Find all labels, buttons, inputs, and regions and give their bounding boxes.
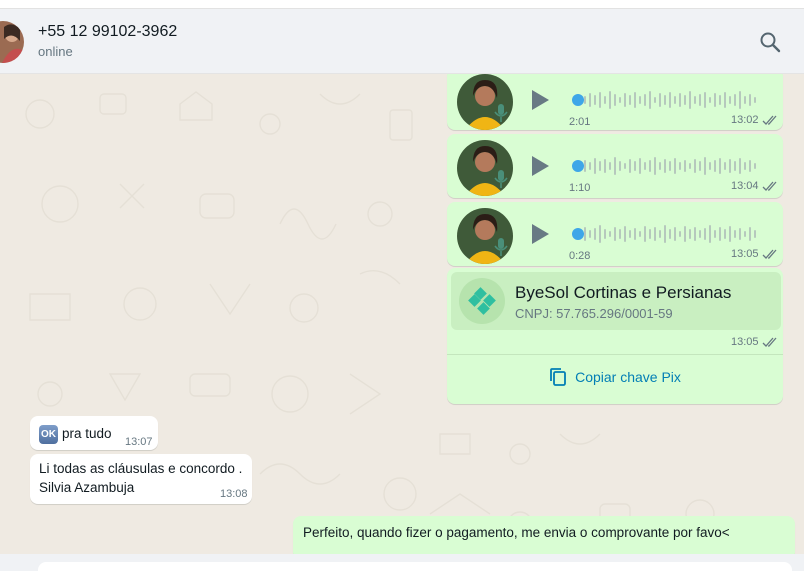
contact-avatar[interactable]: [0, 21, 24, 63]
audio-waveform[interactable]: [571, 222, 763, 246]
play-icon[interactable]: [529, 88, 551, 112]
message-text-line: Silvia Azambuja: [39, 480, 135, 495]
message-text: Perfeito, quando fizer o pagamento, me e…: [303, 525, 730, 540]
voice-duration: 1:10: [569, 182, 591, 194]
search-icon[interactable]: [758, 30, 782, 54]
pix-key-message[interactable]: ByeSol Cortinas e Persianas CNPJ: 57.765…: [447, 268, 783, 404]
message-time: 13:04: [731, 180, 759, 192]
chat-header[interactable]: +55 12 99102-3962 online: [0, 9, 804, 74]
message-input[interactable]: [38, 562, 792, 571]
play-icon[interactable]: [529, 222, 551, 246]
microphone-icon: [493, 236, 509, 258]
message-time: 13:08: [220, 488, 248, 500]
message-composer: [0, 554, 804, 571]
message-meta: 13:05: [731, 248, 778, 260]
read-ticks-icon: [762, 181, 777, 191]
copy-icon: [550, 368, 566, 386]
voice-message[interactable]: 1:10 13:04: [447, 134, 783, 198]
message-meta: 13:04: [731, 180, 778, 192]
pix-recipient-card[interactable]: ByeSol Cortinas e Persianas CNPJ: 57.765…: [451, 272, 781, 330]
contact-name[interactable]: +55 12 99102-3962: [38, 23, 177, 41]
pix-recipient-cnpj: CNPJ: 57.765.296/0001-59: [515, 306, 673, 321]
microphone-icon: [493, 168, 509, 190]
message-meta: 13:05: [731, 336, 778, 348]
copy-pix-key-button[interactable]: Copiar chave Pix: [447, 355, 783, 399]
read-ticks-icon: [762, 337, 777, 347]
play-icon[interactable]: [529, 154, 551, 178]
contact-status: online: [38, 44, 73, 59]
voice-message[interactable]: 2:01 13:02: [447, 74, 783, 130]
message-time: 13:05: [731, 248, 759, 260]
voice-duration: 2:01: [569, 116, 591, 128]
read-ticks-icon: [762, 115, 777, 125]
audio-waveform[interactable]: [571, 88, 763, 112]
window-top-strip: [0, 0, 804, 9]
pix-icon: [459, 278, 505, 324]
message-time: 13:05: [731, 336, 759, 348]
message-meta: 13:02: [731, 114, 778, 126]
copy-pix-key-label: Copiar chave Pix: [575, 369, 681, 385]
pix-recipient-name: ByeSol Cortinas e Persianas: [515, 283, 732, 302]
voice-message[interactable]: 0:28 13:05: [447, 202, 783, 266]
microphone-icon: [493, 102, 509, 124]
chat-area[interactable]: 2:01 13:02 1:10 13:04 0:28 13:05 ByeSol …: [0, 74, 804, 554]
outgoing-message[interactable]: Perfeito, quando fizer o pagamento, me e…: [293, 516, 795, 554]
message-body: pra tudo: [62, 426, 112, 441]
message-time: 13:02: [731, 114, 759, 126]
read-ticks-icon: [762, 249, 777, 259]
incoming-message[interactable]: Li todas as cláusulas e concordo . Silvi…: [30, 454, 252, 504]
voice-duration: 0:28: [569, 250, 591, 262]
message-time: 13:07: [125, 436, 153, 448]
ok-emoji-icon: OK: [39, 424, 58, 444]
message-text: OK pra tudo: [39, 424, 112, 444]
incoming-message[interactable]: OK pra tudo 13:07: [30, 416, 158, 450]
message-text-line: Li todas as cláusulas e concordo .: [39, 461, 243, 476]
audio-waveform[interactable]: [571, 154, 763, 178]
